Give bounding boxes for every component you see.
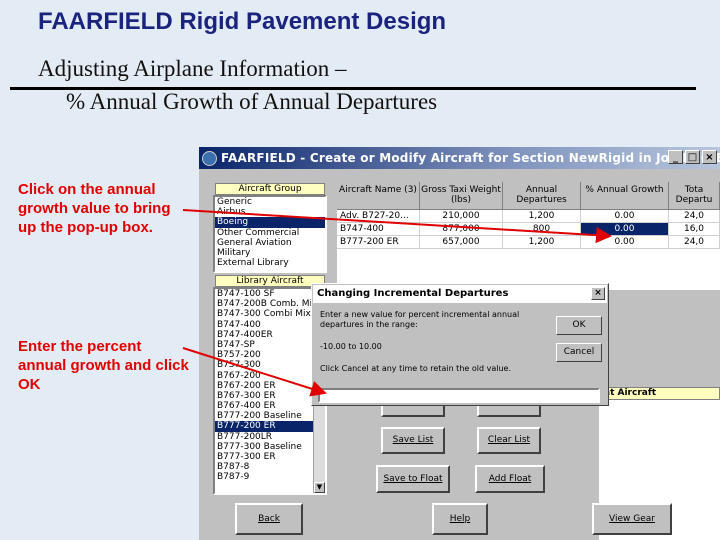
save-to-float-button[interactable]: Save to Float	[376, 465, 450, 493]
aircraft-group-item[interactable]: Other Commercial	[215, 228, 325, 238]
slide-title: FAARFIELD Rigid Pavement Design	[38, 8, 447, 35]
aircraft-group-item[interactable]: General Aviation	[215, 238, 325, 248]
library-aircraft-item[interactable]: B787-9	[215, 472, 325, 482]
aircraft-group-header: Aircraft Group	[215, 183, 325, 195]
aircraft-group-item[interactable]: Airbus	[215, 207, 325, 217]
cell-growth[interactable]: 0.00	[581, 236, 669, 249]
aircraft-group-list[interactable]: Generic Airbus Boeing Other Commercial Gener…	[213, 195, 327, 273]
column-header-departures[interactable]: Annual Departures	[503, 182, 581, 210]
library-aircraft-item[interactable]: B747-300 Combi Mixed	[215, 309, 325, 319]
cell-departures[interactable]: 1,200	[503, 236, 581, 249]
library-aircraft-item[interactable]: B757-300	[215, 360, 325, 370]
aircraft-table-header: Aircraft Name (3) Gross Taxi Weight (lbs…	[337, 182, 720, 210]
library-aircraft-item[interactable]: B747-400ER	[215, 330, 325, 340]
cancel-button[interactable]: Cancel	[556, 343, 602, 362]
library-aircraft-item[interactable]: B757-200	[215, 350, 325, 360]
cell-weight[interactable]: 210,000	[420, 210, 503, 223]
help-button[interactable]: Help	[432, 503, 488, 535]
column-header-aircraft[interactable]: Aircraft Name (3)	[337, 182, 420, 210]
cell-weight[interactable]: 657,000	[420, 236, 503, 249]
window-title: FAARFIELD - Create or Modify Aircraft fo…	[221, 151, 720, 165]
scroll-down-icon[interactable]: ▼	[314, 482, 325, 493]
float-aircraft-header: at Aircraft	[599, 387, 720, 400]
library-aircraft-item[interactable]: B777-200 ER	[215, 421, 325, 432]
cell-departures[interactable]: 1,200	[503, 210, 581, 223]
callout-enter-growth: Enter the percent annual growth and clic…	[18, 338, 189, 393]
heading-growth: % Annual Growth of Annual Departures	[66, 89, 438, 114]
cell-aircraft[interactable]: B777-200 ER	[337, 236, 420, 249]
cell-growth[interactable]: 0.00	[581, 210, 669, 223]
aircraft-group-item[interactable]: Generic	[215, 197, 325, 207]
library-aircraft-item[interactable]: B747-100 SF	[215, 289, 325, 299]
dialog-range: -10.00 to 10.00	[320, 342, 382, 351]
table-row[interactable]: Adv. B727-20... 210,000 1,200 0.00 24,0	[337, 210, 720, 223]
ok-button[interactable]: OK	[556, 316, 602, 335]
library-aircraft-item[interactable]: B767-300 ER	[215, 391, 325, 401]
view-gear-button[interactable]: View Gear	[592, 503, 672, 535]
app-icon	[202, 151, 217, 166]
save-list-button[interactable]: Save List	[381, 427, 445, 454]
aircraft-table: Aircraft Name (3) Gross Taxi Weight (lbs…	[337, 182, 720, 290]
dialog-cancel-hint: Click Cancel at any time to retain the o…	[320, 364, 511, 373]
aircraft-group-item[interactable]: Boeing	[215, 217, 325, 228]
column-header-growth[interactable]: % Annual Growth	[581, 182, 669, 210]
dialog-prompt-line2: departures in the range:	[320, 320, 418, 329]
back-button[interactable]: Back	[235, 503, 303, 535]
column-header-total[interactable]: Tota Departu	[669, 182, 720, 210]
library-aircraft-item[interactable]: B777-300 ER	[215, 452, 325, 462]
library-aircraft-item[interactable]: B767-400 ER	[215, 401, 325, 411]
changing-departures-dialog: Changing Incremental Departures × Enter …	[311, 283, 609, 406]
cell-weight[interactable]: 877,000	[420, 223, 503, 236]
library-aircraft-item[interactable]: B777-200 Baseline	[215, 411, 325, 421]
cell-total[interactable]: 16,0	[669, 223, 720, 236]
dialog-title: Changing Incremental Departures	[317, 288, 509, 299]
dialog-prompt-line1: Enter a new value for percent incrementa…	[320, 310, 520, 319]
column-header-weight[interactable]: Gross Taxi Weight (lbs)	[420, 182, 503, 210]
library-aircraft-item[interactable]: B777-200LR	[215, 432, 325, 442]
cell-growth[interactable]: 0.00	[581, 223, 669, 236]
library-aircraft-list[interactable]: B747-100 SF B747-200B Comb. Mixd B747-300 …	[213, 287, 327, 495]
library-aircraft-item[interactable]: B767-200	[215, 371, 325, 381]
library-aircraft-item[interactable]: B747-200B Comb. Mixd	[215, 299, 325, 309]
library-aircraft-item[interactable]: B767-200 ER	[215, 381, 325, 391]
window-titlebar[interactable]: FAARFIELD - Create or Modify Aircraft fo…	[199, 147, 720, 169]
table-row[interactable]: B747-400 877,000 800 0.00 16,0	[337, 223, 720, 236]
dialog-titlebar[interactable]: Changing Incremental Departures ×	[313, 285, 607, 303]
close-button[interactable]: ×	[702, 150, 717, 164]
dialog-close-icon[interactable]: ×	[591, 287, 605, 300]
clear-list-button[interactable]: Clear List	[477, 427, 541, 454]
cell-departures[interactable]: 800	[503, 223, 581, 236]
heading-adjusting: Adjusting Airplane Information –	[38, 56, 347, 81]
add-float-button[interactable]: Add Float	[475, 465, 545, 493]
cell-aircraft[interactable]: B747-400	[337, 223, 420, 236]
aircraft-group-item[interactable]: Military	[215, 248, 325, 258]
library-aircraft-header: Library Aircraft	[215, 275, 325, 287]
table-row[interactable]: B777-200 ER 657,000 1,200 0.00 24,0	[337, 236, 720, 249]
library-aircraft-item[interactable]: B777-300 Baseline	[215, 442, 325, 452]
library-aircraft-item[interactable]: B747-SP	[215, 340, 325, 350]
library-aircraft-item[interactable]: B787-8	[215, 462, 325, 472]
maximize-button[interactable]: □	[685, 150, 700, 164]
aircraft-group-item[interactable]: External Library	[215, 258, 325, 268]
library-aircraft-item[interactable]: B747-400	[215, 320, 325, 330]
cell-aircraft[interactable]: Adv. B727-20...	[337, 210, 420, 223]
cell-total[interactable]: 24,0	[669, 210, 720, 223]
cell-total[interactable]: 24,0	[669, 236, 720, 249]
growth-value-input[interactable]	[318, 388, 600, 403]
callout-click-growth: Click on the annual growth value to brin…	[18, 181, 171, 236]
minimize-button[interactable]: _	[668, 150, 683, 164]
